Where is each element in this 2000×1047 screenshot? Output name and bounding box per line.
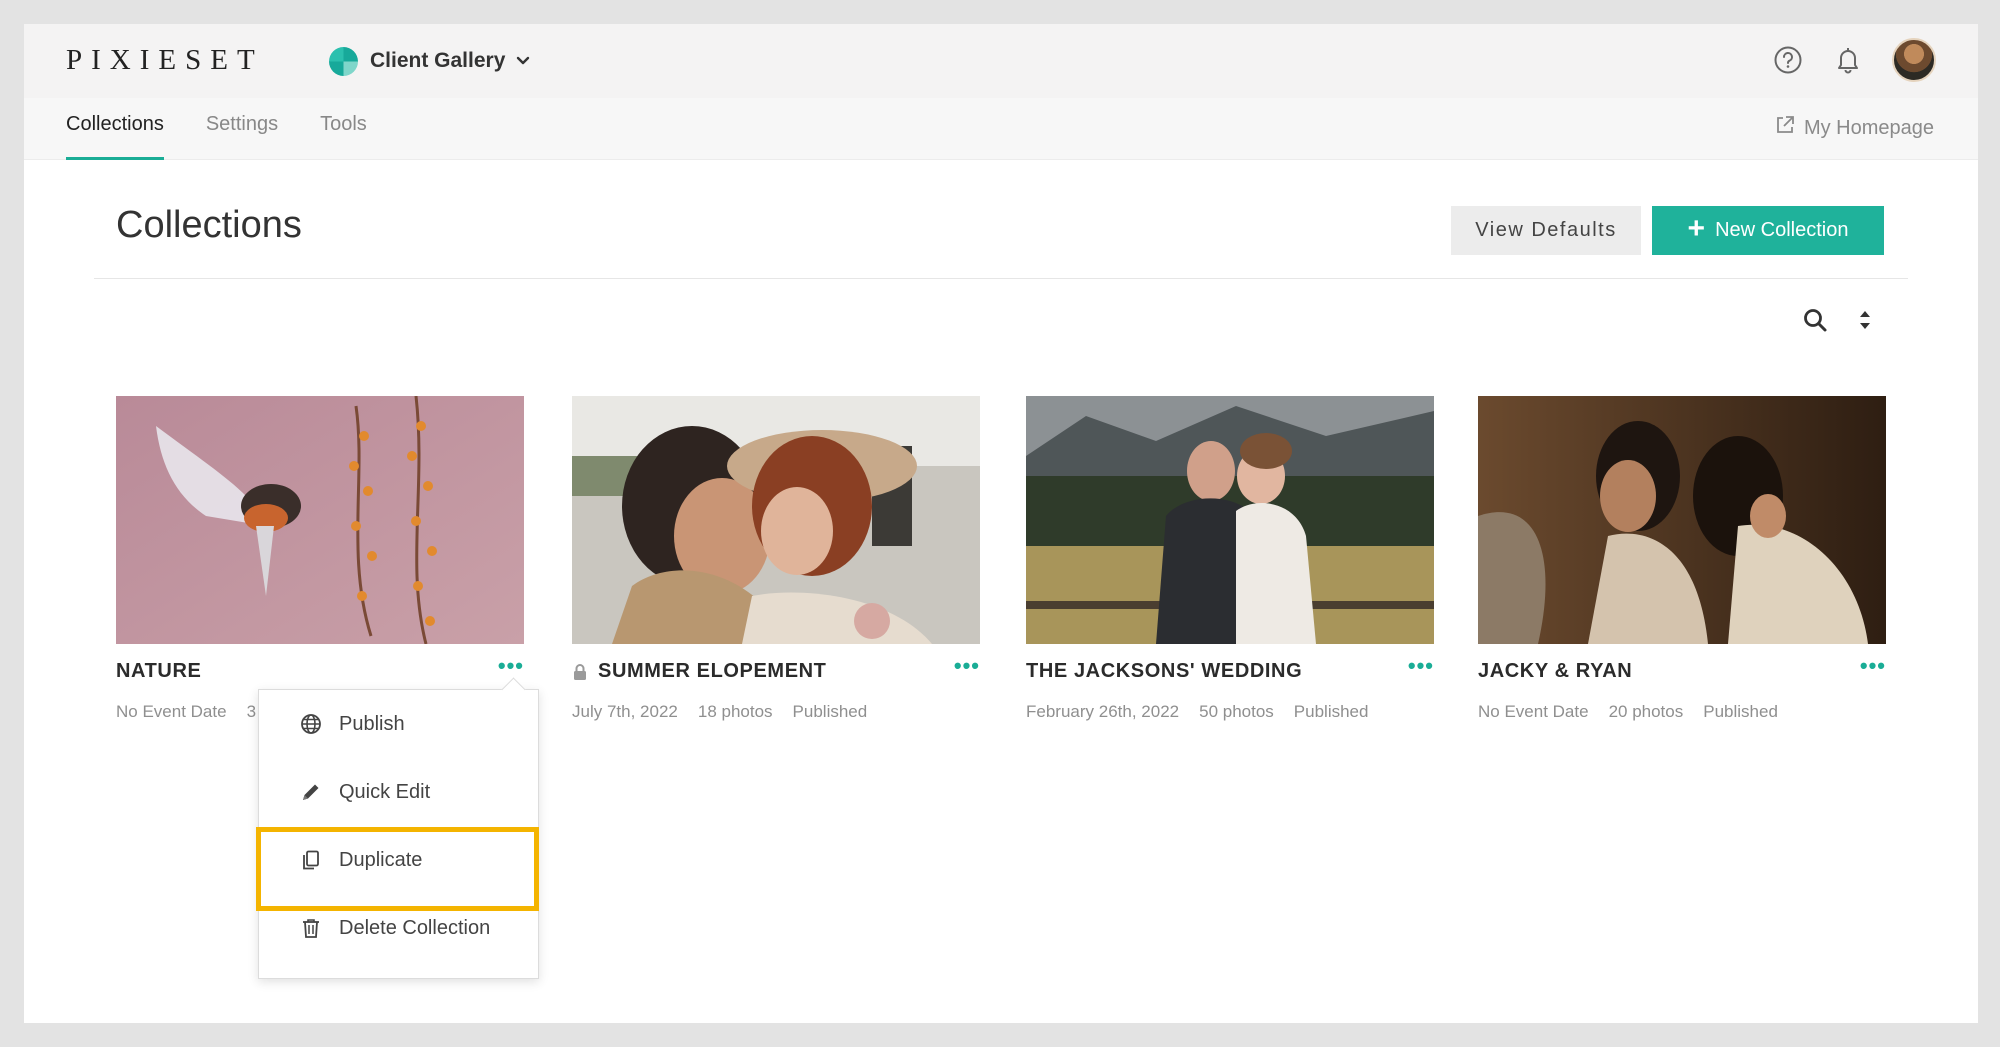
app-switcher[interactable]: Client Gallery xyxy=(329,41,531,81)
tab-tools[interactable]: Tools xyxy=(320,98,367,160)
page-title: Collections xyxy=(116,204,302,246)
more-options-icon[interactable]: ••• xyxy=(954,655,980,677)
more-options-icon[interactable]: ••• xyxy=(498,655,524,677)
collection-title-text: THE JACKSONS' WEDDING xyxy=(1026,660,1303,682)
card-title-row: NATURE ••• xyxy=(116,655,524,690)
collection-status: Published xyxy=(1293,702,1369,721)
collection-title-text: JACKY & RYAN xyxy=(1478,660,1633,682)
collection-date: No Event Date xyxy=(1478,702,1589,721)
collection-cover-image[interactable] xyxy=(572,396,980,644)
collection-meta: No Event Date 20 photos Published xyxy=(1478,702,1886,722)
lock-icon xyxy=(572,663,588,681)
menu-item-delete-collection[interactable]: Delete Collection xyxy=(259,895,538,961)
collection-meta: July 7th, 2022 18 photos Published xyxy=(572,702,980,722)
collection-card-jacksons-wedding: THE JACKSONS' WEDDING ••• February 26th,… xyxy=(1026,396,1434,722)
collection-title[interactable]: SUMMER ELOPEMENT xyxy=(572,660,980,683)
top-icons xyxy=(1772,38,1936,82)
collection-cover-image[interactable] xyxy=(1478,396,1886,644)
more-options-icon[interactable]: ••• xyxy=(1860,655,1886,677)
tab-settings[interactable]: Settings xyxy=(206,98,278,160)
collection-date: No Event Date xyxy=(116,702,227,721)
tab-list: Collections Settings Tools xyxy=(66,98,367,160)
collection-cover-image[interactable] xyxy=(116,396,524,644)
collection-title[interactable]: THE JACKSONS' WEDDING xyxy=(1026,660,1434,683)
help-circle-icon[interactable] xyxy=(1772,44,1804,76)
pencil-icon xyxy=(299,780,323,804)
plus-icon: + xyxy=(1687,212,1706,245)
logo[interactable]: PIXIESET xyxy=(66,44,264,77)
tab-collections[interactable]: Collections xyxy=(66,98,164,160)
menu-item-label: Delete Collection xyxy=(339,916,491,939)
menu-item-label: Duplicate xyxy=(339,848,423,871)
top-bar: PIXIESET Client Gallery xyxy=(24,24,1978,98)
collection-cover-image[interactable] xyxy=(1026,396,1434,644)
new-collection-button[interactable]: + New Collection xyxy=(1652,206,1884,255)
menu-item-duplicate[interactable]: Duplicate xyxy=(259,827,538,893)
client-gallery-logo-icon xyxy=(329,46,358,76)
collection-card-jacky-ryan: JACKY & RYAN ••• No Event Date 20 photos… xyxy=(1478,396,1886,722)
collection-card-summer-elopement: SUMMER ELOPEMENT ••• July 7th, 2022 18 p… xyxy=(572,396,980,722)
my-homepage-label: My Homepage xyxy=(1803,116,1934,139)
app-switcher-label: Client Gallery xyxy=(370,49,506,72)
collection-photo-count: 20 photos xyxy=(1608,702,1684,721)
collection-date: July 7th, 2022 xyxy=(572,702,678,721)
menu-item-label: Quick Edit xyxy=(339,780,431,803)
collection-meta: February 26th, 2022 50 photos Published xyxy=(1026,702,1434,722)
menu-item-label: Publish xyxy=(339,712,405,735)
bell-icon[interactable] xyxy=(1832,44,1864,76)
app-window: PIXIESET Client Gallery Collections Sett… xyxy=(24,24,1978,1023)
collection-status: Published xyxy=(792,702,868,721)
sub-nav: Collections Settings Tools My Homepage xyxy=(24,98,1978,160)
collection-title[interactable]: NATURE xyxy=(116,660,524,683)
menu-item-publish[interactable]: Publish xyxy=(259,691,538,757)
collection-photo-count: 18 photos xyxy=(697,702,773,721)
card-title-row: SUMMER ELOPEMENT ••• xyxy=(572,655,980,690)
external-link-icon xyxy=(1774,114,1796,142)
header-divider xyxy=(94,278,1908,279)
collection-photo-count: 3 xyxy=(246,702,257,721)
view-defaults-button[interactable]: View Defaults xyxy=(1451,206,1641,255)
avatar[interactable] xyxy=(1892,38,1936,82)
collection-title-text: SUMMER ELOPEMENT xyxy=(598,660,827,682)
collection-options-menu: Publish Quick Edit Duplicate Delete Coll… xyxy=(258,689,539,979)
collection-card-nature: NATURE ••• No Event Date 3 xyxy=(116,396,524,722)
collection-title-text: NATURE xyxy=(116,660,202,682)
collection-title[interactable]: JACKY & RYAN xyxy=(1478,660,1886,683)
search-icon[interactable] xyxy=(1799,304,1831,336)
sort-icon[interactable] xyxy=(1849,304,1881,336)
new-collection-label: New Collection xyxy=(1715,219,1849,241)
card-title-row: THE JACKSONS' WEDDING ••• xyxy=(1026,655,1434,690)
collection-photo-count: 50 photos xyxy=(1199,702,1274,721)
my-homepage-link[interactable]: My Homepage xyxy=(1774,114,1934,142)
chevron-down-icon xyxy=(515,53,531,69)
collection-status: Published xyxy=(1703,702,1778,721)
more-options-icon[interactable]: ••• xyxy=(1408,655,1434,677)
globe-icon xyxy=(299,712,323,736)
trash-icon xyxy=(299,916,323,940)
collection-date: February 26th, 2022 xyxy=(1026,702,1180,721)
menu-item-quick-edit[interactable]: Quick Edit xyxy=(259,759,538,825)
copy-icon xyxy=(299,848,323,872)
card-title-row: JACKY & RYAN ••• xyxy=(1478,655,1886,690)
